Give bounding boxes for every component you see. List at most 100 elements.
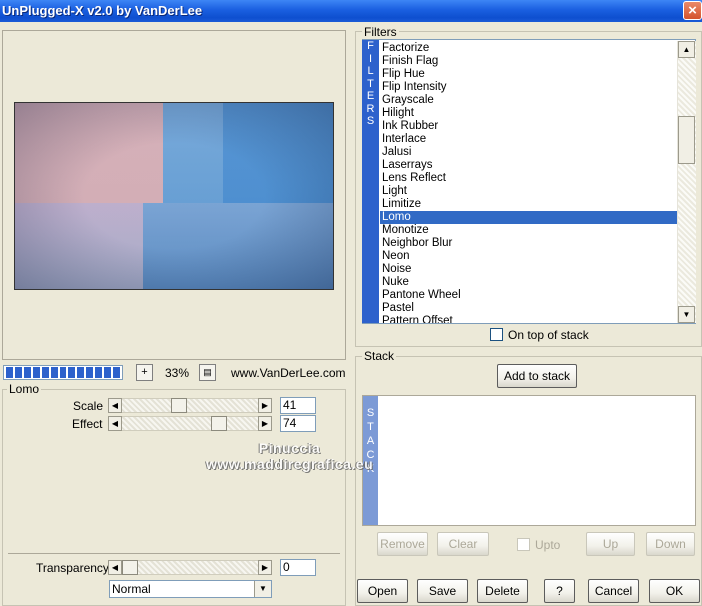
filter-list-item[interactable]: Flip Intensity <box>380 81 677 94</box>
side-letter: R <box>366 102 375 115</box>
progress-segment <box>41 367 49 378</box>
filter-list-item[interactable]: Lens Reflect <box>380 172 677 185</box>
progress-segment <box>68 367 76 378</box>
scroll-thumb[interactable] <box>678 116 695 164</box>
stack-list[interactable] <box>362 395 696 526</box>
side-letter: S <box>366 115 375 127</box>
filter-list-item[interactable]: Pantone Wheel <box>380 289 677 302</box>
scale-slider[interactable]: ◀ ▶ <box>108 398 272 413</box>
filter-list-item[interactable]: Laserrays <box>380 159 677 172</box>
effect-thumb[interactable] <box>210 416 227 431</box>
fit-view-icon[interactable]: ▤ <box>199 364 216 381</box>
preview-image[interactable] <box>14 102 334 290</box>
filter-list-item[interactable]: Jalusi <box>380 146 677 159</box>
effect-label: Effect <box>72 417 103 431</box>
help-button[interactable]: ? <box>544 579 575 603</box>
side-letter: F <box>367 40 374 52</box>
filter-list-item[interactable]: Hilight <box>380 107 677 120</box>
side-letter: E <box>366 90 375 102</box>
filter-list-item[interactable]: Ink Rubber <box>380 120 677 133</box>
remove-button[interactable]: Remove <box>377 532 428 556</box>
filter-list-item[interactable]: Flip Hue <box>380 68 677 81</box>
save-button[interactable]: Save <box>417 579 468 603</box>
upto-label: Upto <box>535 538 561 552</box>
chevron-down-icon[interactable]: ▼ <box>254 581 271 597</box>
side-letter: S <box>366 407 375 419</box>
filter-list-item[interactable]: Nuke <box>380 276 677 289</box>
side-letter: L <box>367 65 374 77</box>
filter-scrollbar[interactable]: ▲ ▼ <box>677 41 696 323</box>
filter-list-item[interactable]: Pastel <box>380 302 677 315</box>
filter-list-item[interactable]: Pattern Offset <box>380 315 677 323</box>
controls-group-title: Lomo <box>7 382 42 396</box>
filter-list-item[interactable]: Monotize <box>380 224 677 237</box>
slider-right-arrow[interactable]: ▶ <box>258 560 272 575</box>
on-top-checkbox[interactable] <box>490 328 503 341</box>
filter-list-item[interactable]: Interlace <box>380 133 677 146</box>
scale-value[interactable]: 41 <box>280 397 316 414</box>
transparency-slider[interactable]: ◀ ▶ <box>108 560 272 575</box>
slider-left-arrow[interactable]: ◀ <box>108 560 122 575</box>
slider-left-arrow[interactable]: ◀ <box>108 416 122 431</box>
zoom-level: 33% <box>164 366 190 380</box>
side-letter: T <box>367 77 374 90</box>
zoom-in-button[interactable]: + <box>136 364 153 381</box>
on-top-label: On top of stack <box>508 328 589 342</box>
clear-button[interactable]: Clear <box>437 532 489 556</box>
progress-segment <box>50 367 58 378</box>
transparency-value[interactable]: 0 <box>280 559 316 576</box>
filter-list-item[interactable]: Noise <box>380 263 677 276</box>
progress-segment <box>95 367 103 378</box>
filter-list-item[interactable]: Factorize <box>380 42 677 55</box>
filters-side-banner: FILTERS <box>362 40 379 323</box>
watermark-name: Pinuccia <box>258 440 321 456</box>
delete-button[interactable]: Delete <box>477 579 528 603</box>
down-button[interactable]: Down <box>646 532 695 556</box>
watermark: Pinuccia www.maddiregrafica.eu <box>206 440 373 472</box>
progress-segment <box>23 367 31 378</box>
filter-list-item[interactable]: Finish Flag <box>380 55 677 68</box>
progress-segment <box>59 367 67 378</box>
add-to-stack-button[interactable]: Add to stack <box>497 364 577 388</box>
progress-segment <box>86 367 94 378</box>
transparency-label: Transparency <box>36 561 109 575</box>
filter-list-item[interactable]: Neon <box>380 250 677 263</box>
filter-list-item[interactable]: Light <box>380 185 677 198</box>
filter-list-item[interactable]: Neighbor Blur <box>380 237 677 250</box>
slider-left-arrow[interactable]: ◀ <box>108 398 122 413</box>
slider-right-arrow[interactable]: ▶ <box>258 416 272 431</box>
blend-mode-value: Normal <box>112 582 151 596</box>
blend-mode-select[interactable]: Normal ▼ <box>109 580 272 598</box>
progress-segment <box>14 367 22 378</box>
effect-slider[interactable]: ◀ ▶ <box>108 416 272 431</box>
upto-checkbox[interactable] <box>517 538 530 551</box>
side-letter: I <box>368 52 373 65</box>
transparency-thumb[interactable] <box>122 560 138 575</box>
filters-group-title: Filters <box>362 25 399 39</box>
up-button[interactable]: Up <box>586 532 635 556</box>
filter-list-item[interactable]: Grayscale <box>380 94 677 107</box>
filter-list-item[interactable]: Limitize <box>380 198 677 211</box>
scroll-up-arrow[interactable]: ▲ <box>678 41 695 58</box>
side-letter: T <box>367 421 374 433</box>
open-button[interactable]: Open <box>357 579 408 603</box>
divider <box>8 553 340 554</box>
filter-list-item[interactable]: Lomo <box>380 211 677 224</box>
ok-button[interactable]: OK <box>649 579 700 603</box>
progress-segment <box>6 367 13 378</box>
slider-right-arrow[interactable]: ▶ <box>258 398 272 413</box>
progress-segment <box>113 367 120 378</box>
cancel-button[interactable]: Cancel <box>588 579 639 603</box>
scale-thumb[interactable] <box>171 398 188 413</box>
stack-group-title: Stack <box>362 349 397 363</box>
progress-segment <box>32 367 40 378</box>
scroll-down-arrow[interactable]: ▼ <box>678 306 695 323</box>
scale-label: Scale <box>73 399 104 413</box>
close-button[interactable]: × <box>683 1 702 20</box>
website-link[interactable]: www.VanDerLee.com <box>231 366 346 380</box>
effect-value[interactable]: 74 <box>280 415 316 432</box>
progress-segment <box>77 367 85 378</box>
progress-bar <box>3 365 123 380</box>
watermark-url: www.maddiregrafica.eu <box>206 456 374 472</box>
progress-segment <box>104 367 112 378</box>
